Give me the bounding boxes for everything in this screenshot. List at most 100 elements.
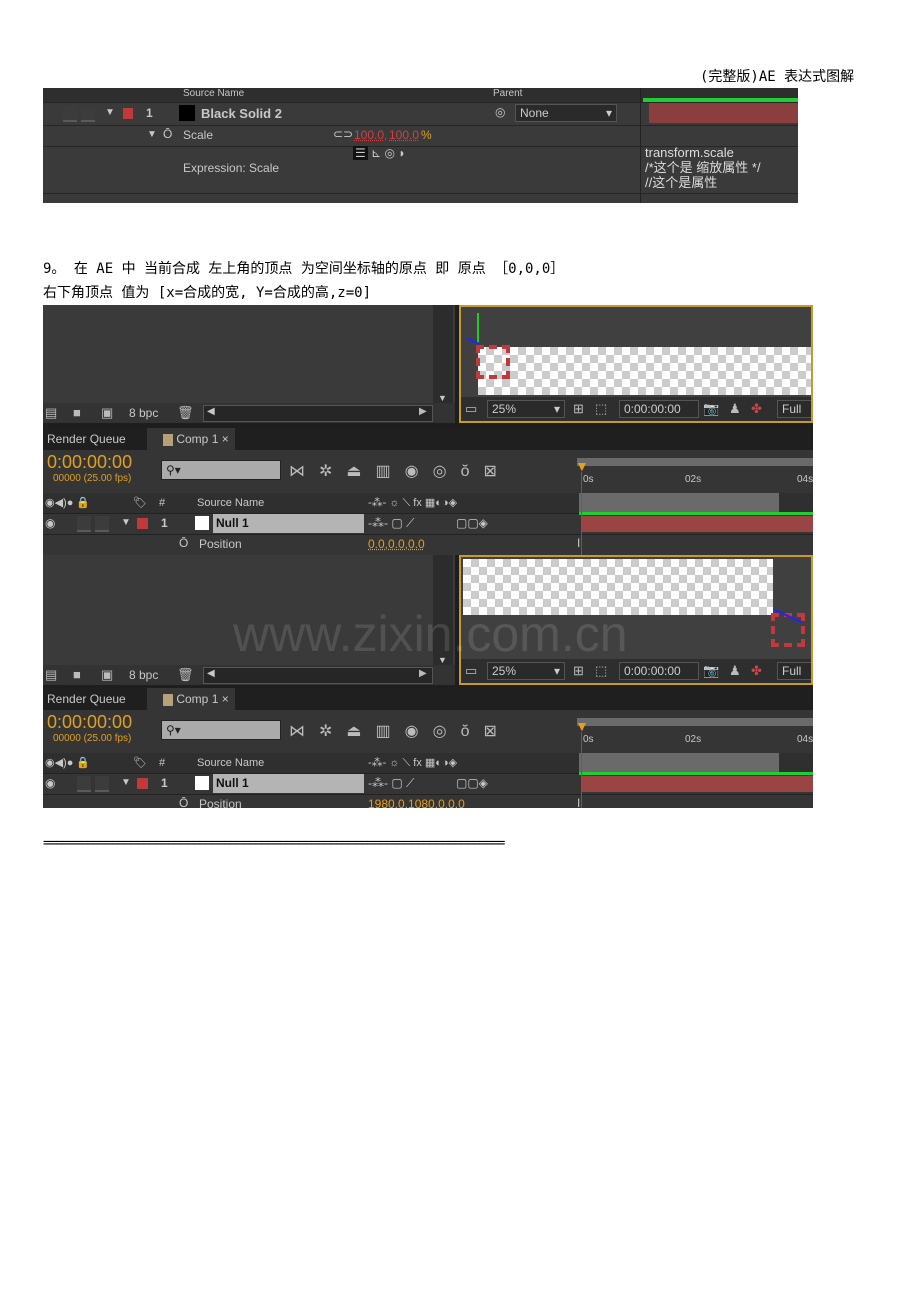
search-input[interactable]: ⚲▾ [161, 720, 281, 740]
scroll-down-icon[interactable]: ▼ [438, 393, 447, 403]
time-ruler[interactable]: 0s 02s 04s [573, 458, 813, 498]
eye-icon[interactable]: ◉ [45, 516, 55, 530]
3d-layer-icon[interactable]: ▢▢◈ [456, 516, 488, 530]
horizontal-scrollbar[interactable]: ◀ [203, 667, 433, 684]
stopwatch-icon[interactable]: Ō [179, 536, 188, 550]
expand-arrow-icon[interactable]: ▼ [121, 517, 131, 528]
position-value[interactable]: 0.0,0.0,0.0 [368, 537, 425, 551]
layer-row[interactable]: ◉ ▼ 1 Null 1 -⁂- ▢ ⟋ ▢▢◈ [43, 772, 813, 795]
layer-duration-bar[interactable] [581, 516, 813, 532]
null-object-outline[interactable] [476, 345, 510, 379]
trash-icon[interactable]: 🗑 [177, 405, 194, 421]
lock-toggle[interactable] [95, 776, 109, 792]
pickwhip-icon[interactable]: ◎ [385, 146, 395, 160]
constrain-link-icon[interactable]: ⊂⊃ [333, 127, 353, 141]
mask-visibility-icon[interactable]: ⬚ [595, 663, 607, 679]
scroll-left-icon[interactable]: ◀ [207, 668, 215, 679]
new-comp-icon[interactable]: ▣ [101, 667, 113, 683]
layer-duration-bar[interactable] [649, 103, 798, 123]
resolution-dropdown[interactable]: Full [777, 400, 811, 418]
expression-enable-icon[interactable]: ☰ [353, 146, 368, 160]
language-menu-icon[interactable]: ◗ [398, 146, 405, 160]
vertical-scrollbar[interactable]: ▼ [433, 305, 453, 405]
scroll-right-icon[interactable]: ▶ [419, 406, 427, 417]
expand-arrow-icon[interactable]: ▼ [121, 777, 131, 788]
channel-icon[interactable]: ✤ [751, 663, 762, 679]
new-folder-icon[interactable]: ■ [73, 667, 81, 682]
interpret-footage-icon[interactable]: ▤ [45, 405, 57, 421]
layer-name[interactable]: Null 1 [213, 774, 364, 793]
current-time-indicator[interactable] [581, 472, 582, 555]
parent-dropdown[interactable]: None ▾ [515, 104, 617, 122]
snapshot-camera-icon[interactable]: 📷 [703, 401, 719, 417]
expression-editor[interactable]: transform.scale /*这个是 缩放属性 */ //这个是属性 [645, 145, 795, 190]
lock-toggle[interactable] [81, 106, 95, 122]
layer-duration-bar[interactable] [581, 776, 813, 792]
comp-viewer[interactable]: ▭ 25% ▾ ⊞ ⬚ 0:00:00:00 📷 ♟ ✤ Full [459, 305, 813, 423]
timeline-toolbar-icons[interactable]: ⋈✲⏏▥◉◎ŏ⊠ [289, 721, 511, 741]
source-name-header[interactable]: Source Name [197, 497, 264, 509]
magnification-dropdown[interactable]: 25% ▾ [487, 662, 565, 680]
grid-icon[interactable]: ⊞ [573, 663, 584, 679]
scroll-left-icon[interactable]: ◀ [207, 406, 215, 417]
source-name-header[interactable]: Source Name [197, 757, 264, 769]
show-snapshot-icon[interactable]: ♟ [729, 663, 741, 679]
pickwhip-icon[interactable]: ◎ [495, 105, 505, 119]
label-color[interactable] [123, 108, 133, 119]
solo-toggle[interactable] [77, 776, 91, 792]
graph-icon[interactable]: ⊾ [371, 146, 381, 160]
tab-render-queue[interactable]: Render Queue [47, 692, 126, 706]
grid-icon[interactable]: ⊞ [573, 401, 584, 417]
stopwatch-icon[interactable]: Ō [163, 127, 172, 141]
time-ruler[interactable]: 0s 02s 04s [573, 718, 813, 758]
label-color[interactable] [137, 778, 148, 789]
close-icon[interactable]: × [222, 692, 229, 706]
bit-depth-button[interactable]: 8 bpc [129, 406, 158, 420]
work-area-bar[interactable] [577, 718, 813, 726]
search-input[interactable]: ⚲▾ [161, 460, 281, 480]
new-comp-icon[interactable]: ▣ [101, 405, 113, 421]
horizontal-scrollbar[interactable]: ◀ [203, 405, 433, 422]
snapshot-camera-icon[interactable]: 📷 [703, 663, 719, 679]
stopwatch-icon[interactable]: Ō [179, 796, 188, 808]
layer-row[interactable]: ▼ 1 Black Solid 2 ◎ None ▾ [43, 103, 798, 126]
timeline-toolbar-icons[interactable]: ⋈✲⏏▥◉◎ŏ⊠ [289, 461, 511, 481]
bit-depth-button[interactable]: 8 bpc [129, 668, 158, 682]
current-timecode[interactable]: 0:00:00:00 [47, 452, 132, 473]
show-snapshot-icon[interactable]: ♟ [729, 401, 741, 417]
always-preview-icon[interactable]: ▭ [465, 401, 477, 417]
interpret-footage-icon[interactable]: ▤ [45, 667, 57, 683]
magnification-dropdown[interactable]: 25% ▾ [487, 400, 565, 418]
video-toggle[interactable] [63, 106, 77, 122]
expand-arrow-icon[interactable]: ▼ [147, 129, 157, 140]
close-icon[interactable]: × [222, 432, 229, 446]
layer-row[interactable]: ◉ ▼ 1 Null 1 -⁂- ▢ ⟋ ▢▢◈ [43, 512, 813, 535]
current-time-display[interactable]: 0:00:00:00 [619, 400, 699, 418]
3d-layer-icon[interactable]: ▢▢◈ [456, 776, 488, 790]
null-object-outline[interactable] [771, 613, 805, 647]
scale-x-value[interactable]: 100.0 [354, 128, 384, 142]
trash-icon[interactable]: 🗑 [177, 667, 194, 683]
mask-visibility-icon[interactable]: ⬚ [595, 401, 607, 417]
lock-toggle[interactable] [95, 516, 109, 532]
label-color[interactable] [137, 518, 148, 529]
scroll-right-icon[interactable]: ▶ [419, 668, 427, 679]
layer-switches[interactable]: -⁂- ▢ ⟋ [368, 516, 414, 531]
scale-y-value[interactable]: 100.0 [389, 128, 419, 142]
current-time-display[interactable]: 0:00:00:00 [619, 662, 699, 680]
work-area-bar[interactable] [577, 458, 813, 466]
current-timecode[interactable]: 0:00:00:00 [47, 712, 132, 733]
position-value[interactable]: 1980.0,1080.0,0.0 [368, 797, 465, 808]
tab-comp-1[interactable]: Comp 1 × [147, 428, 235, 450]
eye-icon[interactable]: ◉ [45, 776, 55, 790]
comp-canvas[interactable] [478, 347, 811, 395]
current-time-indicator[interactable] [581, 732, 582, 808]
layer-switches[interactable]: -⁂- ▢ ⟋ [368, 776, 414, 791]
layer-name[interactable]: Black Solid 2 [201, 106, 282, 121]
resolution-dropdown[interactable]: Full [777, 662, 811, 680]
solo-toggle[interactable] [77, 516, 91, 532]
expand-arrow-icon[interactable]: ▼ [105, 107, 115, 118]
layer-name[interactable]: Null 1 [213, 514, 364, 533]
work-area-bar[interactable] [643, 98, 798, 102]
always-preview-icon[interactable]: ▭ [465, 663, 477, 679]
